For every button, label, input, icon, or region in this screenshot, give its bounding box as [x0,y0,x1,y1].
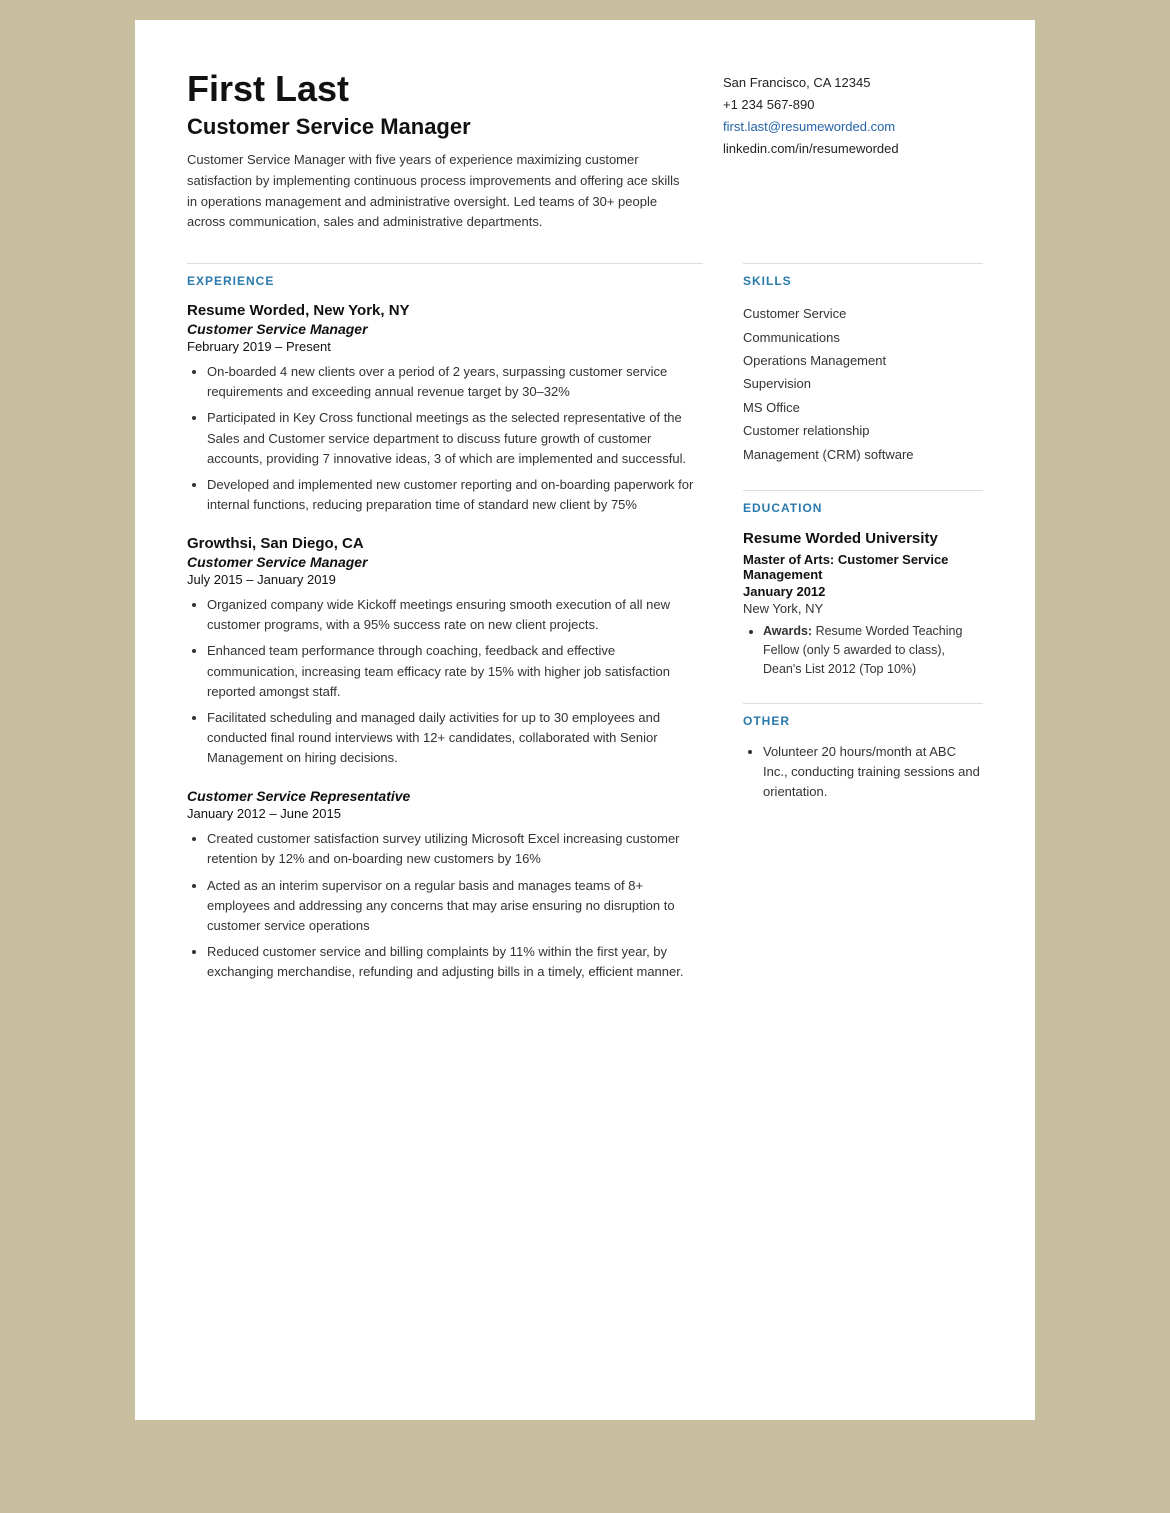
skills-title: SKILLS [743,263,983,288]
main-body: EXPERIENCE Resume Worded, New York, NY C… [187,263,983,1006]
bullet-1-2: Participated in Key Cross functional mee… [207,408,703,468]
job-block-3: Customer Service Representative January … [187,788,703,982]
role-title-2: Customer Service Manager [187,554,703,570]
edu-awards-item: Awards: Resume Worded Teaching Fellow (o… [763,622,983,678]
education-section: EDUCATION Resume Worded University Maste… [743,490,983,679]
skill-3: Operations Management [743,349,983,372]
job-block-2: Growthsi, San Diego, CA Customer Service… [187,535,703,768]
company-name-1: Resume Worded, [187,302,309,319]
skill-1: Customer Service [743,302,983,325]
contact-address: San Francisco, CA 12345 [723,72,983,94]
date-range-3: January 2012 – June 2015 [187,806,703,821]
company-line-1: Resume Worded, New York, NY [187,302,703,319]
date-range-1: February 2019 – Present [187,339,703,354]
contact-linkedin: linkedin.com/in/resumeworded [723,138,983,160]
awards-label: Awards: [763,624,812,638]
bullet-1-3: Developed and implemented new customer r… [207,475,703,515]
candidate-name: First Last [187,68,683,110]
header-left: First Last Customer Service Manager Cust… [187,68,723,233]
skill-5: MS Office [743,396,983,419]
edu-date: January 2012 [743,584,983,599]
other-list: Volunteer 20 hours/month at ABC Inc., co… [743,742,983,802]
role-title-3: Customer Service Representative [187,788,703,804]
contact-email[interactable]: first.last@resumeworded.com [723,119,895,134]
bullet-3-2: Acted as an interim supervisor on a regu… [207,876,703,936]
bullet-2-1: Organized company wide Kickoff meetings … [207,595,703,635]
bullet-2-2: Enhanced team performance through coachi… [207,641,703,701]
resume: First Last Customer Service Manager Cust… [135,20,1035,1420]
edu-location: New York, NY [743,601,983,616]
job-block-1: Resume Worded, New York, NY Customer Ser… [187,302,703,515]
contact-phone: +1 234 567-890 [723,94,983,116]
skills-section: SKILLS Customer Service Communications O… [743,263,983,466]
bullet-3-3: Reduced customer service and billing com… [207,942,703,982]
left-column: EXPERIENCE Resume Worded, New York, NY C… [187,263,703,1006]
education-title: EDUCATION [743,490,983,515]
company-location-1: New York, NY [313,302,409,319]
bullet-1-1: On-boarded 4 new clients over a period o… [207,362,703,402]
other-title: OTHER [743,703,983,728]
skill-6: Customer relationship [743,419,983,442]
edu-degree: Master of Arts: Customer Service Managem… [743,552,983,582]
summary-text: Customer Service Manager with five years… [187,150,683,233]
candidate-title: Customer Service Manager [187,114,683,140]
contact-info: San Francisco, CA 12345 +1 234 567-890 f… [723,68,983,233]
bullet-list-2: Organized company wide Kickoff meetings … [187,595,703,768]
bullet-list-1: On-boarded 4 new clients over a period o… [187,362,703,515]
skill-2: Communications [743,326,983,349]
other-bullet: Volunteer 20 hours/month at ABC Inc., co… [763,742,983,802]
company-line-2: Growthsi, San Diego, CA [187,535,703,552]
right-column: SKILLS Customer Service Communications O… [743,263,983,1006]
header-section: First Last Customer Service Manager Cust… [187,68,983,233]
edu-institution: Resume Worded University [743,529,983,549]
company-location-2: San Diego, CA [260,535,363,552]
edu-awards-list: Awards: Resume Worded Teaching Fellow (o… [743,622,983,678]
experience-title: EXPERIENCE [187,263,703,288]
role-title-1: Customer Service Manager [187,321,703,337]
date-range-2: July 2015 – January 2019 [187,572,703,587]
skill-7: Management (CRM) software [743,443,983,466]
skill-4: Supervision [743,372,983,395]
bullet-list-3: Created customer satisfaction survey uti… [187,829,703,982]
company-name-2: Growthsi, [187,535,256,552]
bullet-2-3: Facilitated scheduling and managed daily… [207,708,703,768]
other-section: OTHER Volunteer 20 hours/month at ABC In… [743,703,983,802]
bullet-3-1: Created customer satisfaction survey uti… [207,829,703,869]
experience-section: EXPERIENCE Resume Worded, New York, NY C… [187,263,703,982]
